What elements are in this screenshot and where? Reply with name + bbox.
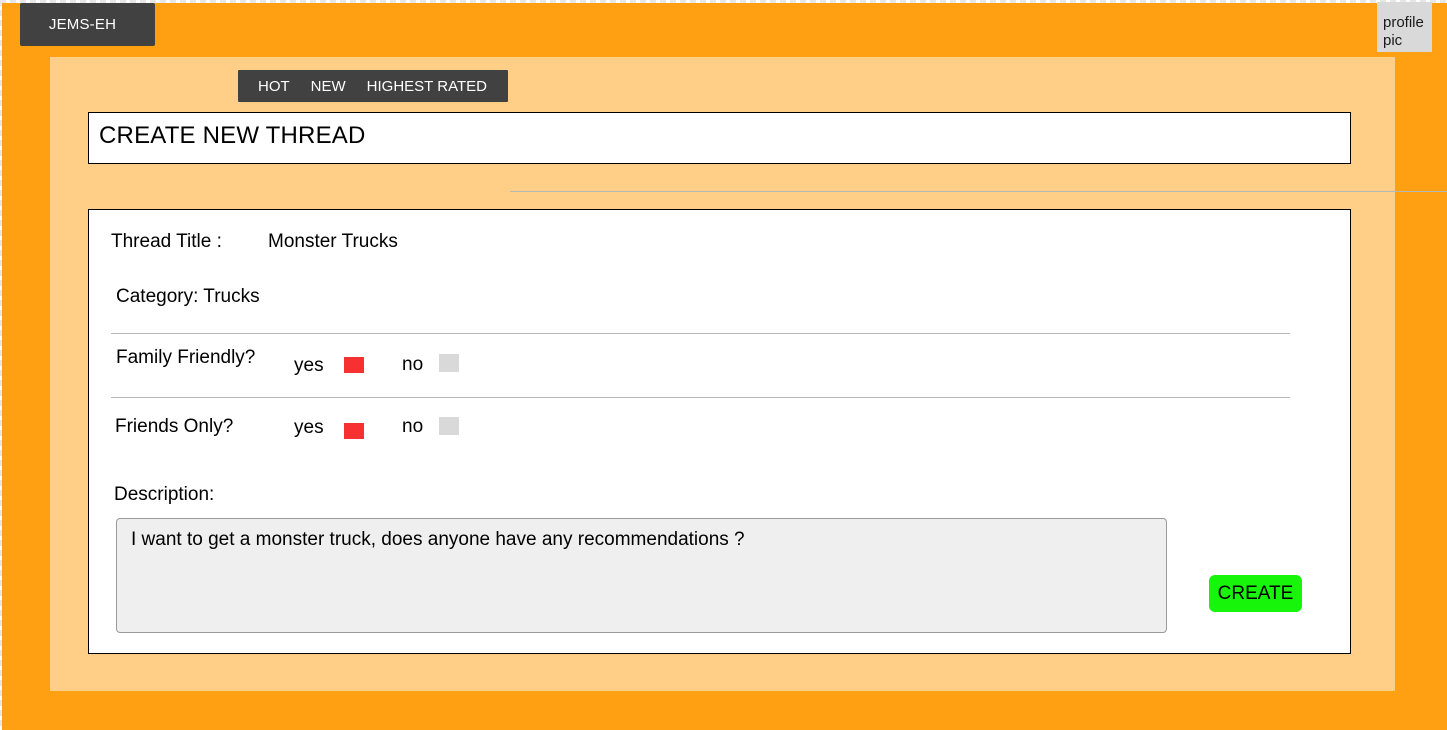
family-friendly-label: Family Friendly? [116, 347, 256, 368]
family-friendly-yes-label: yes [294, 355, 324, 376]
description-textarea[interactable]: I want to get a monster truck, does anyo… [116, 518, 1167, 633]
thread-title-label: Thread Title : [111, 231, 222, 252]
friends-only-yes-label: yes [294, 417, 324, 438]
friends-only-label: Friends Only? [115, 416, 234, 437]
tab-new[interactable]: NEW [311, 78, 346, 95]
friends-only-no-label: no [402, 416, 424, 437]
create-button[interactable]: CREATE [1209, 575, 1302, 612]
form-divider-2 [111, 397, 1290, 398]
family-friendly-no-label: no [402, 354, 424, 375]
divider-line [510, 191, 1447, 192]
thread-title-value[interactable]: Monster Trucks [268, 231, 398, 253]
description-label: Description: [114, 484, 215, 505]
family-friendly-yes-checkbox[interactable] [344, 357, 364, 373]
category-label: Category: Trucks [116, 286, 260, 307]
friends-only-no-checkbox[interactable] [439, 417, 459, 435]
profile-pic-label: profile pic [1383, 14, 1424, 49]
form-divider-1 [111, 333, 1290, 334]
brand-logo-button[interactable]: JEMS-EH [20, 3, 155, 46]
tab-hot[interactable]: HOT [258, 78, 290, 95]
profile-pic-placeholder[interactable]: profile pic [1377, 2, 1432, 52]
friends-only-yes-checkbox[interactable] [344, 423, 364, 439]
family-friendly-no-checkbox[interactable] [439, 354, 459, 372]
page-title: CREATE NEW THREAD [88, 112, 1351, 164]
top-dashed-border [0, 0, 1447, 3]
left-dashed-border [0, 0, 2, 730]
sort-tabs-bar: HOT NEW HIGHEST RATED [238, 70, 508, 102]
tab-highest-rated[interactable]: HIGHEST RATED [367, 78, 487, 95]
